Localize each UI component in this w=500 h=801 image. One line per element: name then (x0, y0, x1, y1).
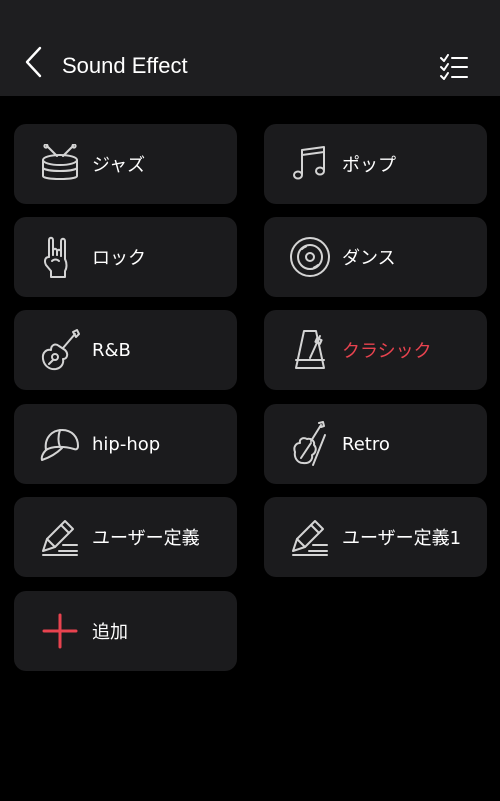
effect-label: ポップ (342, 155, 396, 176)
effect-card-user-defined[interactable]: ユーザー定義 (14, 497, 237, 577)
checklist-icon (440, 54, 468, 80)
drum-icon (38, 142, 82, 186)
effect-card-rnb[interactable]: R&B (14, 310, 237, 390)
effect-label: hip-hop (92, 433, 161, 455)
edit-icon (38, 515, 82, 559)
effect-card-retro[interactable]: Retro (264, 404, 487, 484)
rock-hand-icon (38, 235, 82, 279)
effect-label: 追加 (92, 622, 128, 643)
music-note-icon (288, 142, 332, 186)
effect-label: ユーザー定義1 (342, 528, 462, 549)
effect-label: ダンス (342, 248, 396, 269)
effect-label: R&B (92, 339, 131, 361)
vinyl-disc-icon (288, 235, 332, 279)
effect-card-dance[interactable]: ダンス (264, 217, 487, 297)
back-button[interactable] (14, 38, 54, 86)
effects-grid: ジャズ ポップ ロック ダンス R&B クラシック hip-hop Retro … (0, 96, 500, 801)
app-header: Sound Effect (0, 0, 500, 96)
violin-icon (288, 421, 332, 466)
effect-label: Retro (342, 433, 390, 455)
effect-card-pop[interactable]: ポップ (264, 124, 487, 204)
effect-card-jazz[interactable]: ジャズ (14, 124, 237, 204)
effect-card-user-defined-1[interactable]: ユーザー定義1 (264, 497, 487, 577)
effect-label: ユーザー定義 (92, 528, 200, 549)
checklist-button[interactable] (432, 48, 476, 88)
effect-card-rock[interactable]: ロック (14, 217, 237, 297)
edit-icon (288, 515, 332, 559)
page-title: Sound Effect (62, 53, 188, 78)
add-effect-card[interactable]: 追加 (14, 591, 237, 671)
effect-label-selected: クラシック (342, 341, 432, 362)
guitar-icon (38, 328, 82, 372)
metronome-icon (288, 328, 332, 372)
effect-label: ジャズ (92, 155, 146, 176)
add-icon (38, 609, 82, 653)
chevron-left-icon (25, 46, 42, 78)
effect-card-classic[interactable]: クラシック (264, 310, 487, 390)
cap-icon (38, 422, 82, 466)
effect-card-hiphop[interactable]: hip-hop (14, 404, 237, 484)
effect-label: ロック (92, 248, 146, 269)
